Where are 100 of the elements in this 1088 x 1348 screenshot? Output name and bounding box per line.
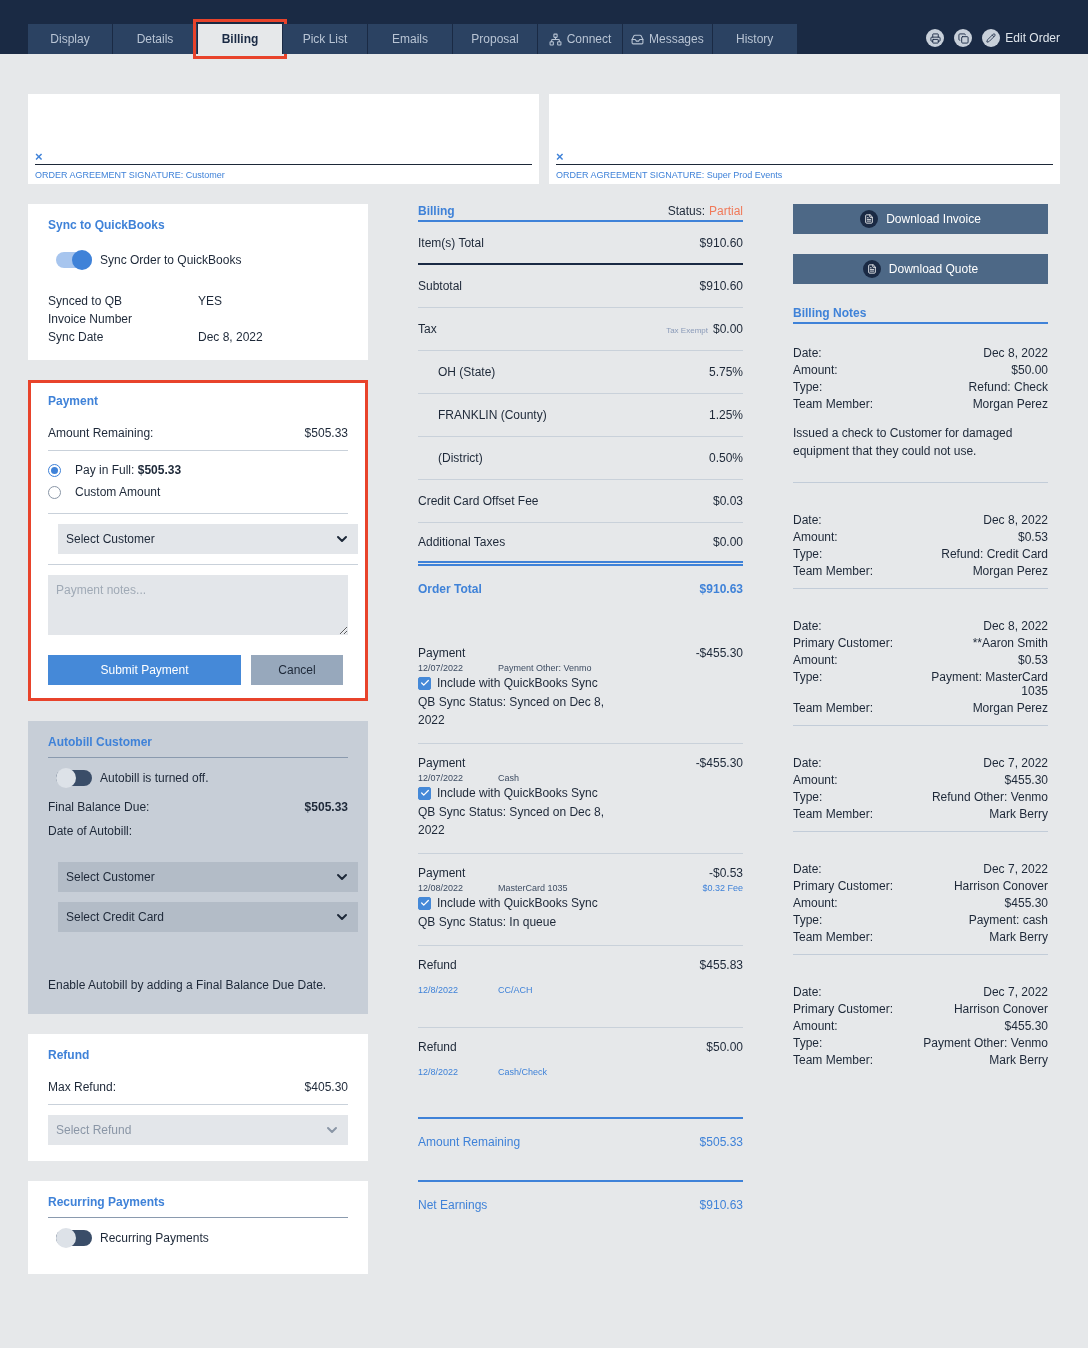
radio-button[interactable] [48,485,61,499]
note-value: Dec 8, 2022 [983,346,1048,360]
autobill-date-label: Date of Autobill: [48,824,133,838]
status-value: Partial [709,204,743,218]
note-value: Harrison Conover [953,1002,1048,1016]
signature-pad[interactable]: × ORDER AGREEMENT SIGNATURE: Super Prod Events [549,94,1060,184]
line-label: Item(s) Total [418,235,484,250]
note-label: Date: [793,985,822,999]
dropdown-select[interactable]: Select Credit Card [58,902,358,932]
document-icon [860,210,879,228]
note-value: $455.30 [1004,773,1048,787]
download-button[interactable]: Download Invoice [793,204,1048,234]
status-label: Status: [667,204,705,218]
transaction-method: CC/ACH [498,985,533,997]
transaction-amount: $455.83 [699,958,743,972]
nav-tab[interactable]: Display [28,24,112,54]
note-value: Mark Berry [989,930,1048,944]
line-value: $0.00 [712,322,743,336]
transaction-method: Payment Other: Venmo [498,663,592,673]
edit-order-button[interactable]: Edit Order [982,29,1060,47]
note-label: Type: [793,547,823,561]
customer-select[interactable]: Select Customer [58,524,358,554]
transaction-amount: -$455.30 [695,756,743,770]
note-value: Morgan Perez [972,701,1048,715]
note-label: Type: [793,380,823,394]
note-value: Dec 8, 2022 [983,513,1048,527]
summary-value: $910.63 [699,1198,743,1214]
note-label: Team Member: [793,397,874,411]
inbox-icon [631,32,644,46]
panel-title: Recurring Payments [48,1195,348,1218]
note-value: Dec 7, 2022 [983,862,1048,876]
line-value: $910.60 [699,235,743,250]
nav-tab[interactable]: Details [113,24,197,54]
note-label: Primary Customer: [793,636,893,650]
sync-checkbox[interactable] [418,896,431,910]
summary-value: $505.33 [699,1135,743,1151]
note-value: Payment: MasterCard 1035 [930,670,1048,698]
final-balance-label: Final Balance Due: [48,800,150,814]
toggle-switch[interactable] [56,252,92,268]
summary-label: Amount Remaining [418,1135,521,1151]
line-value: 1.25% [708,408,743,422]
max-refund-value: $405.30 [304,1080,348,1094]
sync-checkbox[interactable] [418,786,431,800]
copy-icon[interactable] [954,29,973,47]
radio-button[interactable] [48,463,61,477]
line-label: Credit Card Offset Fee [418,494,539,508]
sync-status: QB Sync Status: Synced on Dec 8, 2022 [418,804,606,839]
network-icon [548,32,562,46]
toggle-switch[interactable] [56,1230,92,1246]
note-value: Refund: Check [968,380,1048,394]
transaction-title: Payment [418,756,466,770]
document-icon [862,260,881,278]
panel-title: Refund [48,1048,91,1064]
clear-signature-button[interactable]: × [556,150,564,164]
signature-pad[interactable]: × ORDER AGREEMENT SIGNATURE: Customer [28,94,539,184]
fact-value: Dec 8, 2022 [198,330,264,344]
note-value: Refund Other: Venmo [931,790,1048,804]
nav-tab[interactable]: Messages [623,24,712,54]
line-label: Subtotal [418,279,463,293]
note-label: Date: [793,862,822,876]
nav-tab[interactable]: Pick List [283,24,367,54]
transaction-title: Payment [418,866,466,880]
nav-tab[interactable]: History [712,24,797,54]
note-label: Amount: [793,773,838,787]
panel-title: Autobill Customer [48,735,348,758]
cancel-button[interactable]: Cancel [251,655,343,685]
note-value: Harrison Conover [953,879,1048,893]
payment-notes-field[interactable]: Payment notes... [48,575,348,635]
note-value: $0.53 [1017,530,1048,544]
submit-payment-button[interactable]: Submit Payment [48,655,241,685]
toggle-switch[interactable] [56,770,92,786]
transaction-amount: -$0.53 [708,866,743,880]
note-label: Primary Customer: [793,1002,893,1016]
signature-caption: ORDER AGREEMENT SIGNATURE: Super Prod Events [556,170,784,180]
clear-signature-button[interactable]: × [35,150,43,164]
note-label: Team Member: [793,701,874,715]
dropdown-select[interactable]: Select Customer [58,862,358,892]
line-value: $910.60 [699,279,743,293]
note-value: Morgan Perez [972,397,1048,411]
sync-status: QB Sync Status: Synced on Dec 8, 2022 [418,694,606,729]
printer-icon[interactable] [926,29,945,47]
transaction-title: Refund [418,1040,457,1054]
final-balance-value: $505.33 [304,800,348,814]
sync-checkbox[interactable] [418,676,431,690]
line-label: Additional Taxes [418,535,506,549]
transaction-date: 12/08/2022 [418,883,465,893]
nav-tab[interactable]: Emails [368,24,452,54]
download-button[interactable]: Download Quote [793,254,1048,284]
line-value: $0.03 [712,494,743,508]
transaction-title: Payment [418,646,466,660]
line-value: 0.50% [708,451,743,465]
note-label: Date: [793,513,822,527]
note-value: Mark Berry [989,807,1048,821]
line-label: (District) [438,451,483,465]
line-label: OH (State) [438,365,496,379]
transaction-date: 12/07/2022 [418,663,465,673]
billing-title: Billing [418,204,455,218]
checkbox-label: Include with QuickBooks Sync [437,896,598,910]
nav-tab[interactable]: Connect [538,24,622,54]
nav-tab[interactable]: Proposal [453,24,537,54]
